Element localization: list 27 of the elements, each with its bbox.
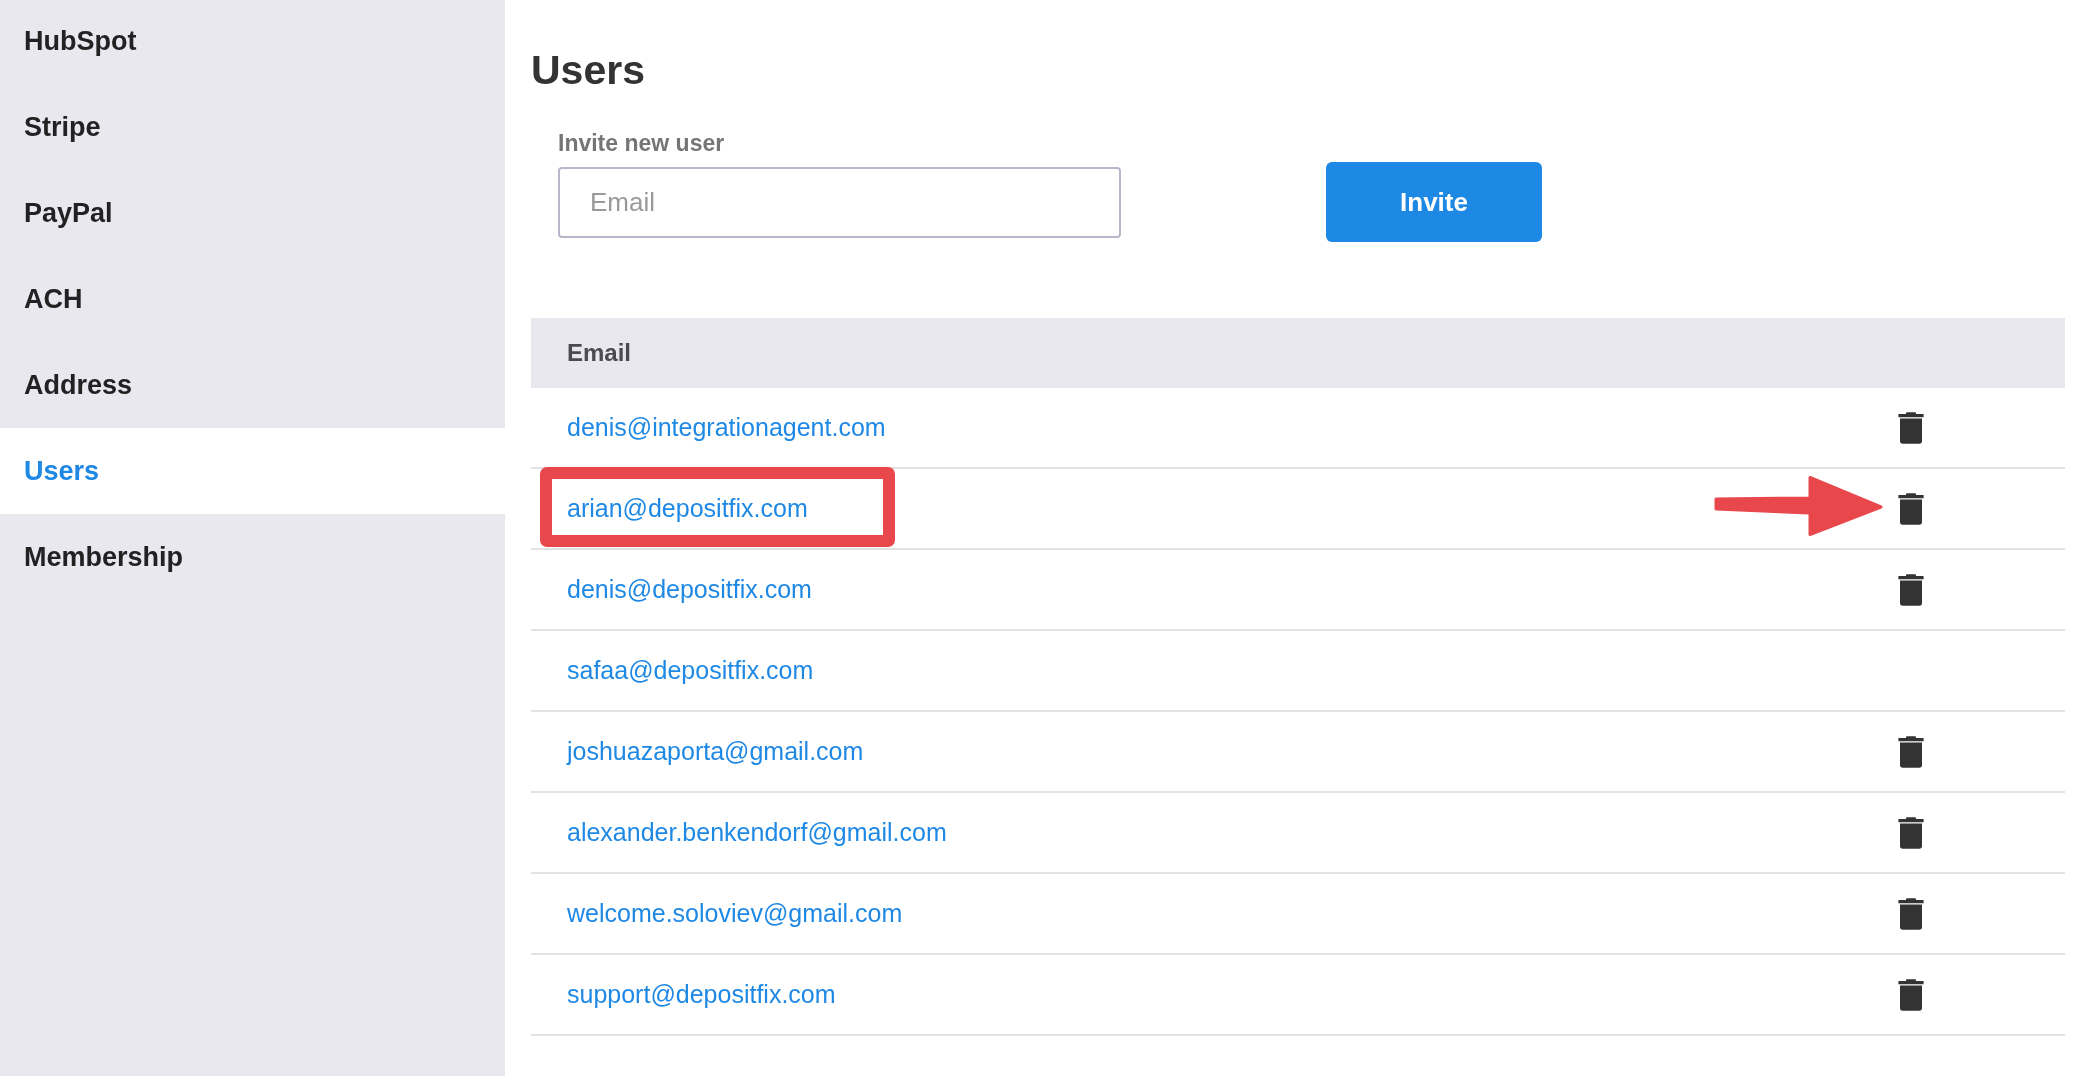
invite-button[interactable]: Invite — [1326, 162, 1542, 242]
field-label: Invite new user — [558, 129, 725, 157]
email-link[interactable]: denis@integrationagent.com — [567, 413, 886, 442]
email-link[interactable]: support@depositfix.com — [567, 980, 836, 1009]
sidebar-item[interactable]: ACH — [0, 256, 505, 342]
trash-icon[interactable] — [1898, 816, 1924, 849]
sidebar-item[interactable]: PayPal — [0, 170, 505, 256]
email-input[interactable]: Email — [558, 166, 1121, 238]
sidebar-item[interactable]: Membership — [0, 514, 505, 600]
trash-icon[interactable] — [1898, 735, 1924, 768]
sidebar-item[interactable]: Users — [0, 428, 505, 514]
email-link[interactable]: denis@depositfix.com — [567, 575, 812, 604]
trash-icon[interactable] — [1898, 897, 1924, 930]
email-link[interactable]: alexander.benkendorf@gmail.com — [567, 818, 947, 847]
sidebar-item[interactable]: Address — [0, 342, 505, 428]
sidebar-item[interactable]: Stripe — [0, 84, 505, 170]
sidebar-item[interactable]: HubSpot — [0, 0, 505, 84]
trash-icon[interactable] — [1898, 573, 1924, 606]
trash-icon[interactable] — [1898, 492, 1924, 525]
page-title: Users — [531, 46, 645, 95]
email-link[interactable]: joshuazaporta@gmail.com — [567, 737, 864, 766]
trash-icon[interactable] — [1898, 978, 1924, 1011]
email-link[interactable]: welcome.soloviev@gmail.com — [567, 899, 903, 928]
column-header: Email — [567, 339, 632, 367]
email-link[interactable]: safaa@depositfix.com — [567, 656, 814, 685]
email-link[interactable]: arian@depositfix.com — [567, 494, 808, 523]
trash-icon[interactable] — [1898, 411, 1924, 444]
